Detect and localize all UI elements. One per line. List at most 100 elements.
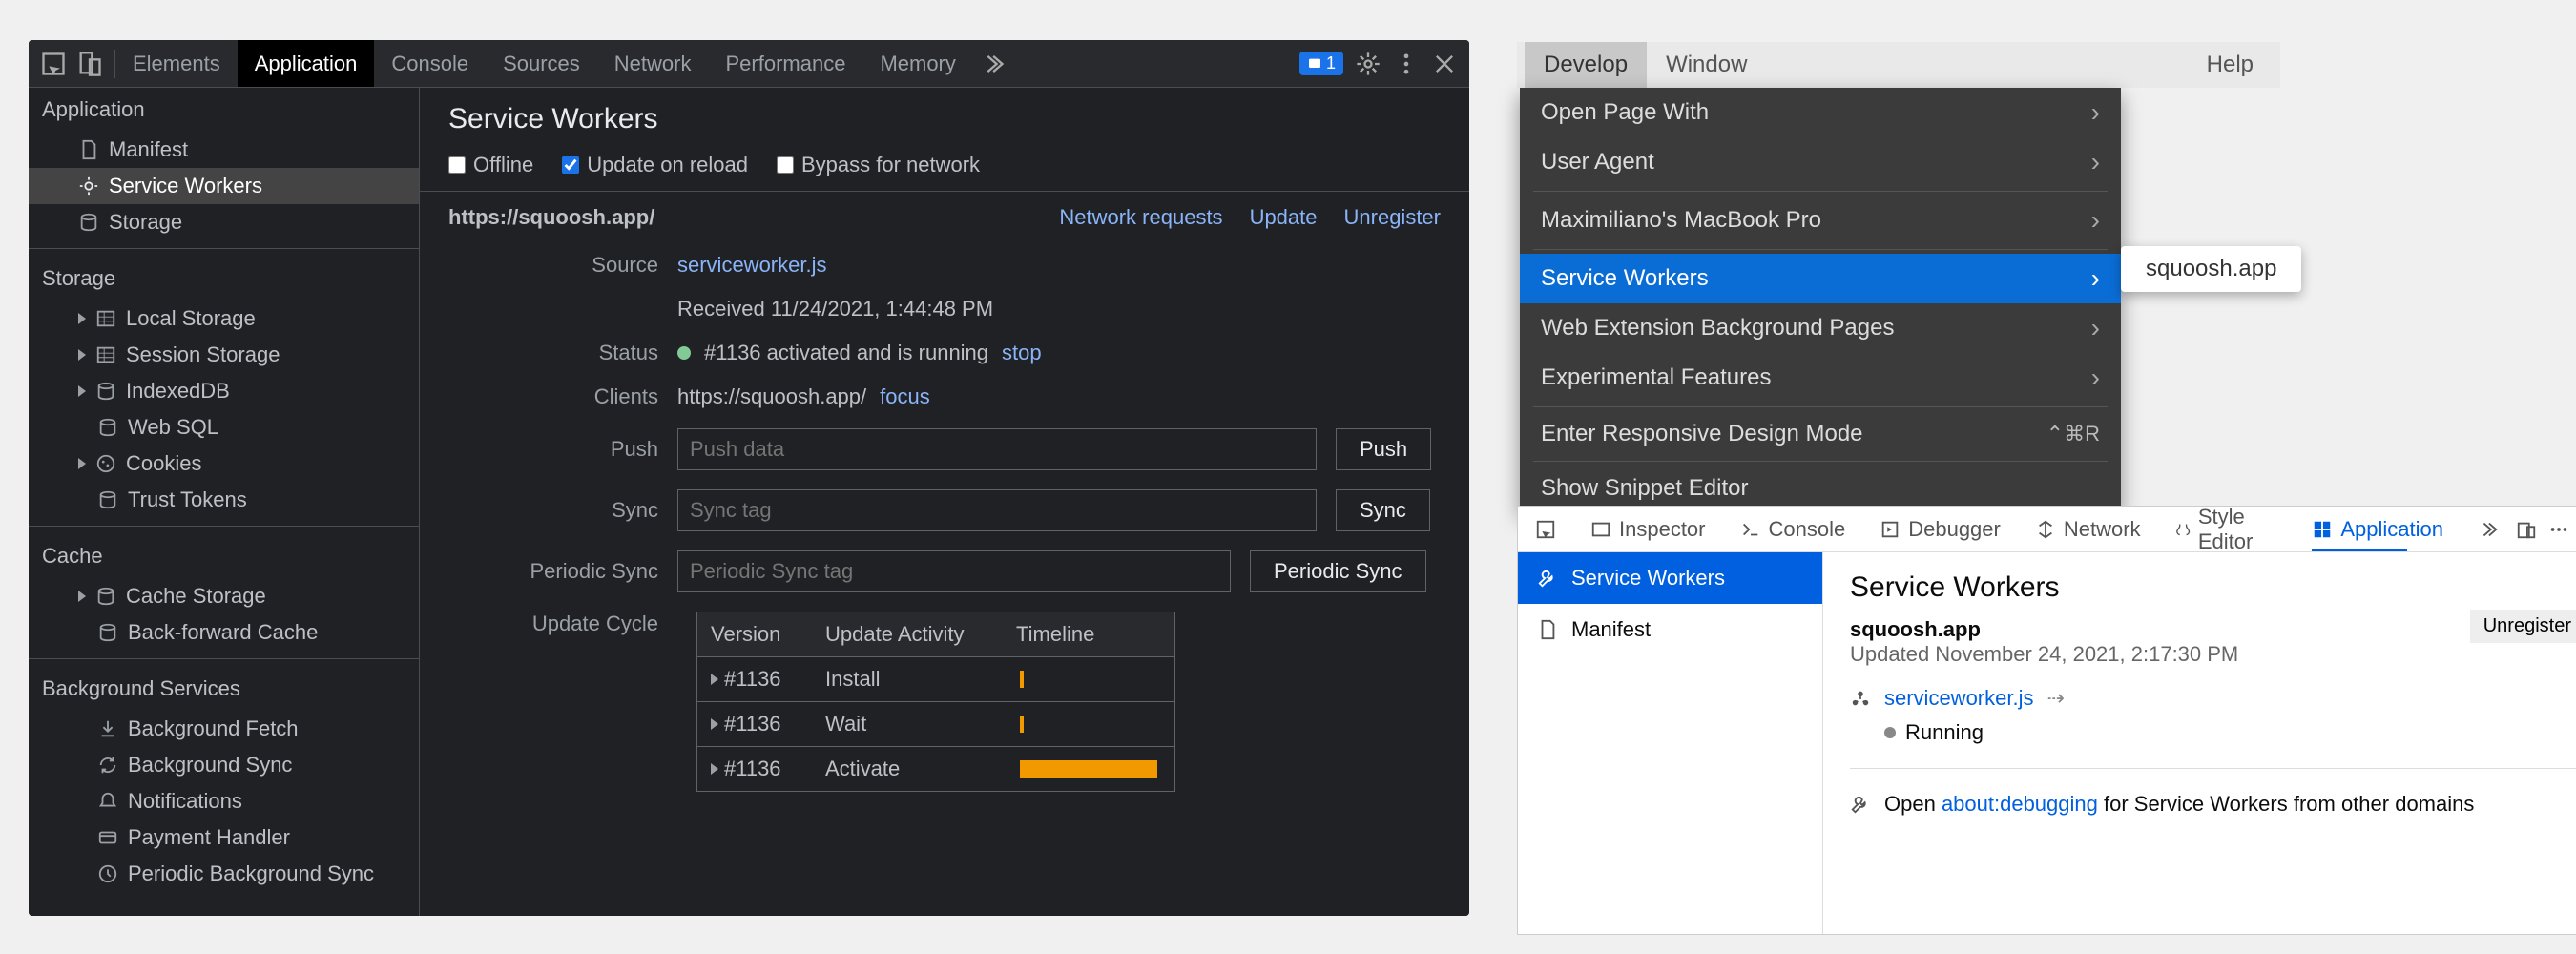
expand-icon[interactable] (78, 458, 86, 469)
sw-file-link[interactable]: serviceworker.js (1884, 686, 2033, 711)
sidebar-item-trust-tokens[interactable]: Trust Tokens (29, 482, 419, 518)
expand-icon[interactable] (78, 349, 86, 361)
tab-network[interactable]: Network (597, 40, 709, 87)
sidebar-item-cache-storage[interactable]: Cache Storage (29, 578, 419, 614)
bell-icon (97, 791, 118, 812)
sidebar-item-periodic-bg-sync[interactable]: Periodic Background Sync (29, 856, 419, 892)
tab-help[interactable]: Help (2188, 42, 2273, 88)
sidebar-item-service-workers[interactable]: Service Workers (29, 168, 419, 204)
safari-menu-bar: Develop Window Help Open Page With User … (1517, 42, 2280, 88)
kebab-icon[interactable] (1393, 51, 1420, 77)
chrome-sidebar: Application Manifest Service Workers Sto… (29, 88, 420, 916)
debug-icon[interactable]: ⇢ (2046, 686, 2064, 711)
sync-icon (97, 755, 118, 776)
menu-item-snippet-editor[interactable]: Show Snippet Editor (1520, 466, 2121, 511)
update-cycle-row: Update Cycle Version Update Activity Tim… (420, 602, 1469, 801)
tab-window[interactable]: Window (1647, 42, 1766, 88)
device-icon[interactable] (76, 51, 103, 77)
sidebar-item-notifications[interactable]: Notifications (29, 783, 419, 819)
wrench-icon (1850, 794, 1871, 815)
chevron-right-icon (2091, 263, 2100, 294)
close-icon[interactable] (1431, 51, 1458, 77)
more-tabs-button[interactable] (2461, 507, 2516, 551)
tab-performance[interactable]: Performance (708, 40, 862, 87)
sidebar-item-manifest[interactable]: Manifest (29, 132, 419, 168)
sidebar-item-local-storage[interactable]: Local Storage (29, 301, 419, 337)
sidebar-item-payment-handler[interactable]: Payment Handler (29, 819, 419, 856)
network-requests-link[interactable]: Network requests (1059, 205, 1222, 230)
tab-debugger[interactable]: Debugger (1862, 507, 2018, 551)
sync-button[interactable]: Sync (1336, 489, 1430, 531)
sidebar-item-service-workers[interactable]: Service Workers (1518, 552, 1822, 604)
responsive-icon[interactable] (2516, 519, 2537, 540)
unregister-link[interactable]: Unregister (1344, 205, 1441, 230)
gear-icon[interactable] (1355, 51, 1381, 77)
database-icon (97, 622, 118, 643)
update-reload-checkbox[interactable]: Update on reload (562, 153, 748, 177)
menu-separator (1533, 406, 2108, 407)
push-button[interactable]: Push (1336, 428, 1431, 470)
sidebar-item-cookies[interactable]: Cookies (29, 446, 419, 482)
sidebar-item-bg-sync[interactable]: Background Sync (29, 747, 419, 783)
tab-inspector[interactable]: Inspector (1573, 507, 1723, 551)
tab-application[interactable]: Application (238, 40, 375, 87)
tab-network[interactable]: Network (2018, 507, 2158, 551)
menu-item-open-page-with[interactable]: Open Page With (1520, 88, 2121, 137)
card-icon (97, 827, 118, 848)
periodic-sync-button[interactable]: Periodic Sync (1250, 550, 1426, 592)
inspect-icon[interactable] (40, 51, 67, 77)
focus-link[interactable]: focus (880, 384, 930, 409)
sync-input[interactable] (677, 489, 1317, 531)
menu-item-service-workers[interactable]: Service Workers (1520, 254, 2121, 303)
unregister-button[interactable]: Unregister (2470, 610, 2576, 643)
chevron-right-icon (2091, 363, 2100, 393)
table-row: #1136 Install (697, 656, 1174, 701)
table-row: #1136 Activate (697, 746, 1174, 791)
sidebar-item-indexeddb[interactable]: IndexedDB (29, 373, 419, 409)
update-link[interactable]: Update (1250, 205, 1318, 230)
sidebar-item-manifest[interactable]: Manifest (1518, 604, 1822, 655)
sidebar-item-storage[interactable]: Storage (29, 204, 419, 240)
offline-checkbox[interactable]: Offline (448, 153, 533, 177)
tab-memory[interactable]: Memory (862, 40, 972, 87)
periodic-sync-input[interactable] (677, 550, 1231, 592)
bypass-checkbox[interactable]: Bypass for network (777, 153, 980, 177)
menu-item-device[interactable]: Maximiliano's MacBook Pro (1520, 196, 2121, 245)
about-debugging-link[interactable]: about:debugging (1942, 792, 2098, 816)
pick-element-button[interactable] (1518, 507, 1573, 551)
menu-separator (1533, 191, 2108, 192)
kebab-icon[interactable] (2548, 519, 2569, 540)
menu-item-experimental[interactable]: Experimental Features (1520, 353, 2121, 403)
sidebar-section-cache: Cache (29, 534, 419, 578)
tab-sources[interactable]: Sources (486, 40, 597, 87)
tab-console[interactable]: Console (1723, 507, 1863, 551)
tab-style-editor[interactable]: Style Editor (2158, 507, 2296, 551)
sidebar-item-back-forward-cache[interactable]: Back-forward Cache (29, 614, 419, 651)
tab-console[interactable]: Console (374, 40, 486, 87)
expand-icon[interactable] (78, 591, 86, 602)
expand-icon[interactable] (711, 718, 718, 730)
sidebar-item-bg-fetch[interactable]: Background Fetch (29, 711, 419, 747)
sidebar-item-web-sql[interactable]: Web SQL (29, 409, 419, 446)
menu-item-user-agent[interactable]: User Agent (1520, 137, 2121, 187)
menu-item-web-ext-bg[interactable]: Web Extension Background Pages (1520, 303, 2121, 353)
status-text: #1136 activated and is running (704, 341, 988, 365)
expand-icon[interactable] (711, 763, 718, 775)
menu-item-responsive-design[interactable]: Enter Responsive Design Mode⌃⌘R (1520, 411, 2121, 457)
stop-link[interactable]: stop (1002, 341, 1042, 365)
timeline-bar (1020, 671, 1024, 688)
tab-application[interactable]: Application (2295, 507, 2461, 551)
sidebar-item-session-storage[interactable]: Session Storage (29, 337, 419, 373)
expand-icon[interactable] (78, 313, 86, 324)
database-icon (95, 586, 116, 607)
badge-count[interactable]: 1 (1299, 52, 1343, 75)
expand-icon[interactable] (711, 674, 718, 685)
more-tabs-icon[interactable] (979, 51, 1006, 77)
source-file-link[interactable]: serviceworker.js (677, 253, 826, 278)
tab-elements[interactable]: Elements (115, 40, 238, 87)
service-workers-flyout[interactable]: squoosh.app (2121, 246, 2301, 292)
push-input[interactable] (677, 428, 1317, 470)
expand-icon[interactable] (78, 385, 86, 397)
tab-develop[interactable]: Develop (1525, 42, 1647, 88)
source-row: Source serviceworker.js (420, 243, 1469, 287)
